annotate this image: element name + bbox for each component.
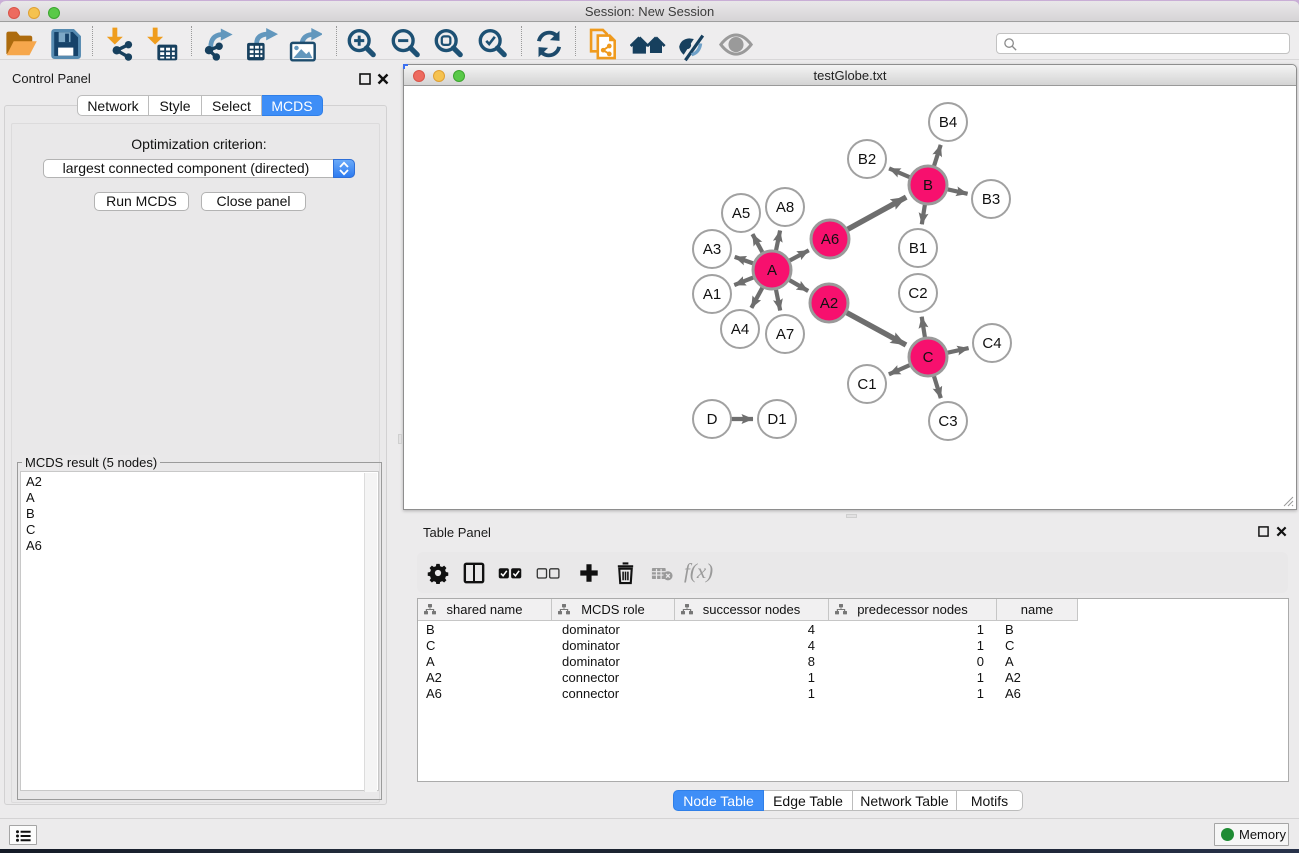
svg-text:B2: B2 bbox=[858, 151, 876, 168]
svg-text:A3: A3 bbox=[703, 241, 721, 258]
svg-text:C1: C1 bbox=[857, 376, 876, 393]
svg-text:A6: A6 bbox=[821, 231, 839, 248]
svg-text:A2: A2 bbox=[820, 295, 838, 312]
svg-text:A5: A5 bbox=[732, 205, 750, 222]
svg-text:C4: C4 bbox=[982, 335, 1001, 352]
svg-text:B4: B4 bbox=[939, 114, 957, 131]
svg-text:A: A bbox=[767, 262, 777, 279]
svg-text:D: D bbox=[707, 411, 718, 428]
svg-text:B1: B1 bbox=[909, 240, 927, 257]
svg-text:D1: D1 bbox=[767, 411, 786, 428]
svg-text:A7: A7 bbox=[776, 326, 794, 343]
svg-text:B3: B3 bbox=[982, 191, 1000, 208]
svg-text:A1: A1 bbox=[703, 286, 721, 303]
svg-text:C: C bbox=[923, 349, 934, 366]
svg-text:C2: C2 bbox=[908, 285, 927, 302]
svg-text:C3: C3 bbox=[938, 413, 957, 430]
svg-text:B: B bbox=[923, 177, 933, 194]
svg-text:A8: A8 bbox=[776, 199, 794, 216]
svg-text:A4: A4 bbox=[731, 321, 749, 338]
